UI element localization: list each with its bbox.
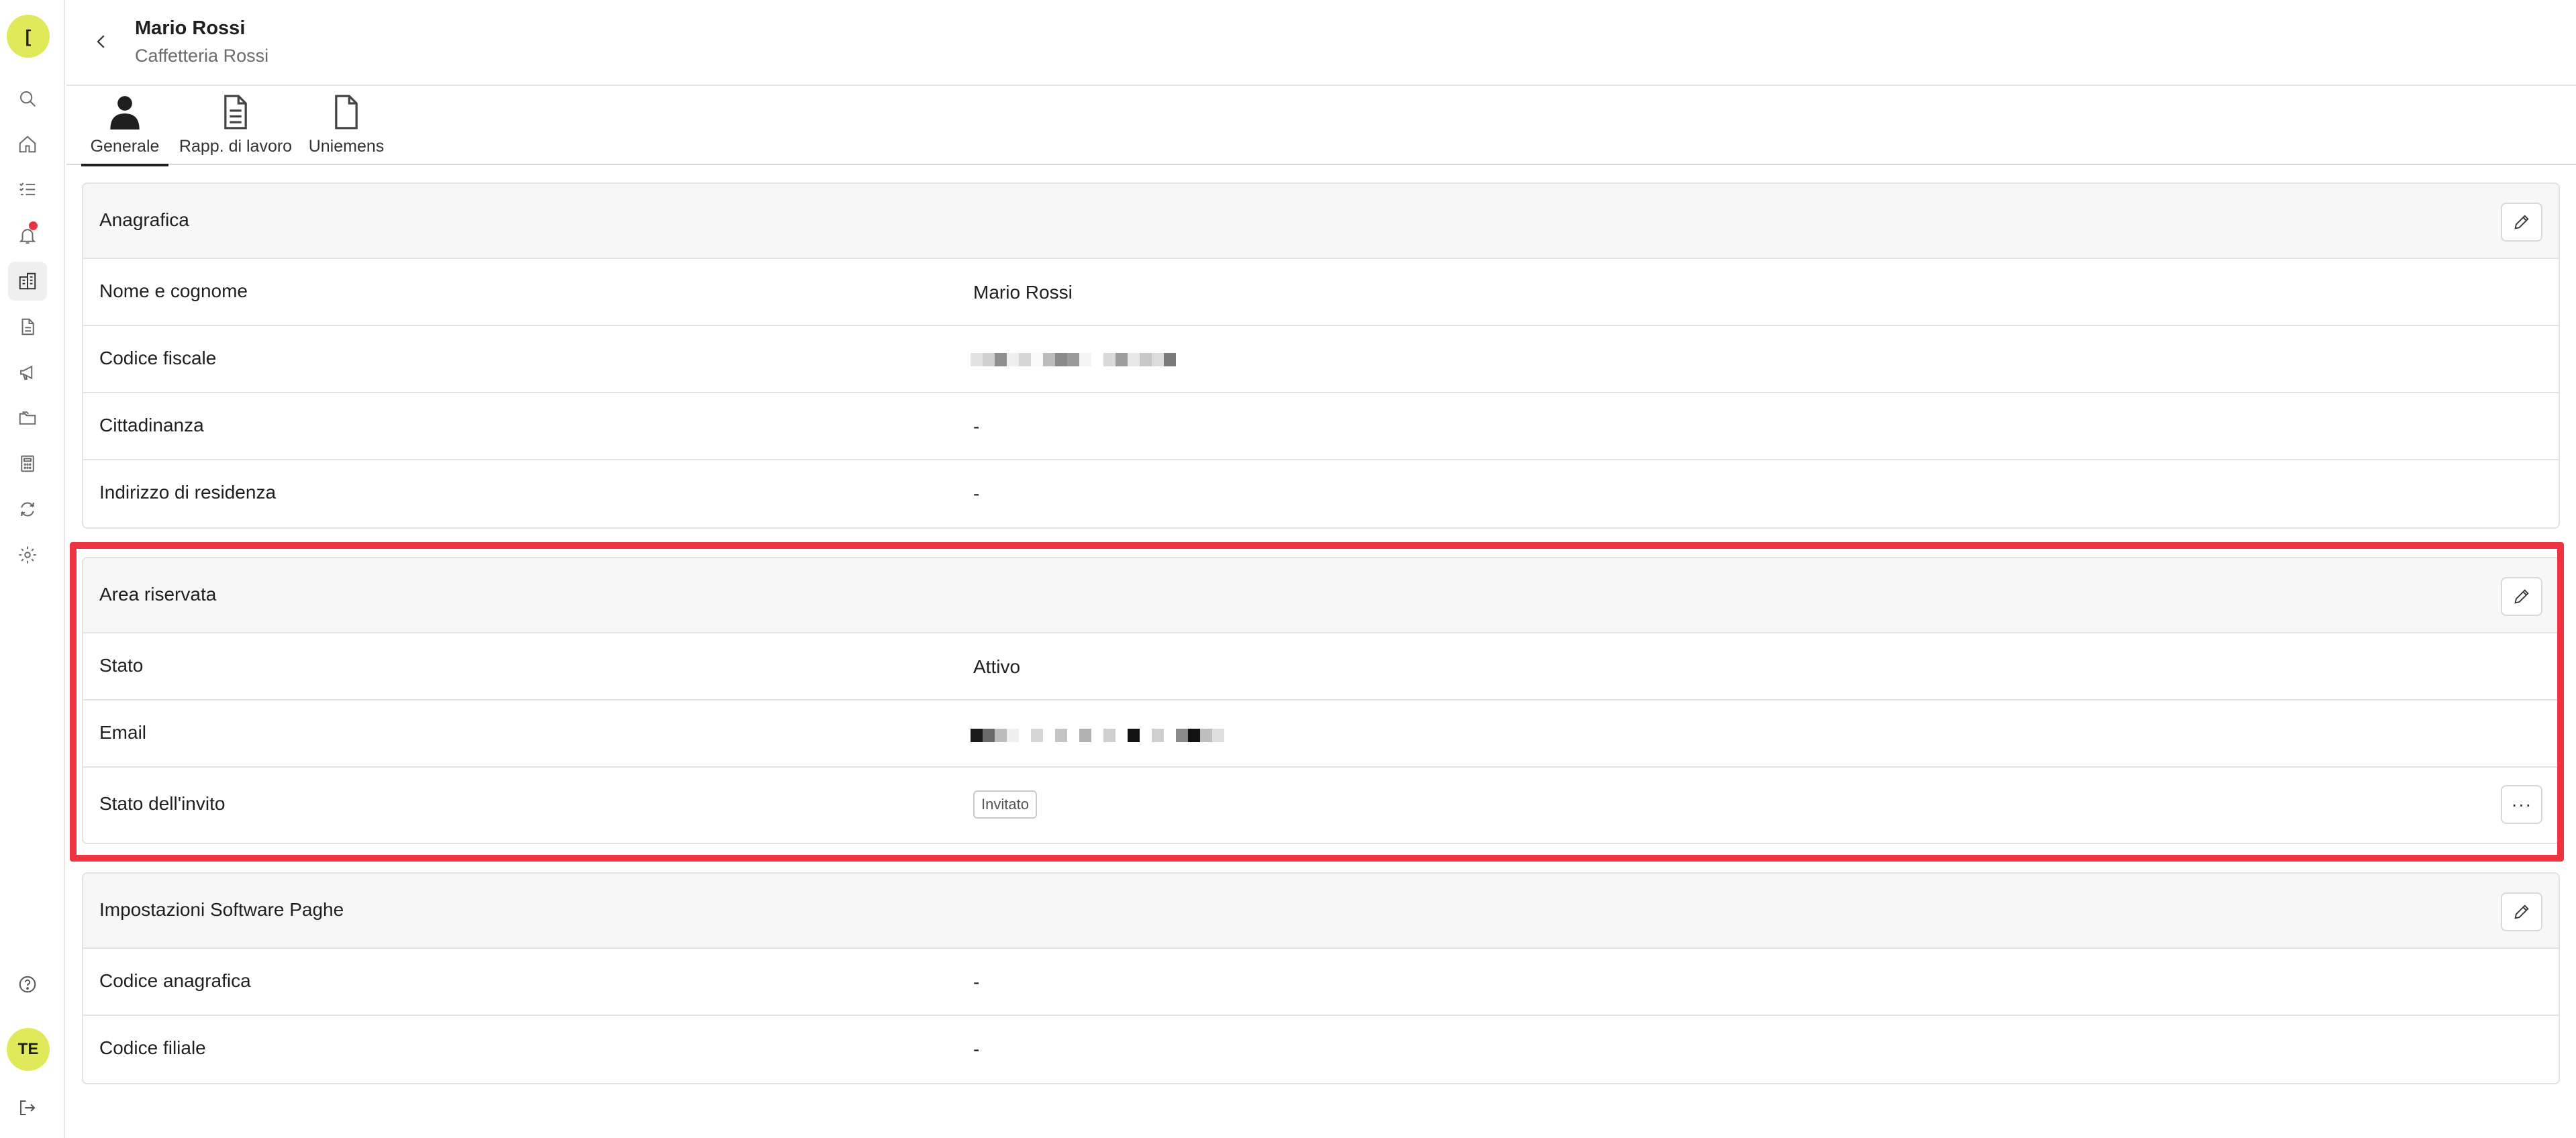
sync-icon[interactable] [8, 490, 47, 529]
pencil-icon [2514, 904, 2529, 919]
field-row-cittadinanza: Cittadinanza - [83, 393, 2559, 460]
tasks-icon[interactable] [8, 170, 47, 209]
section-header: Area riservata [83, 558, 2559, 633]
section-anagrafica: Anagrafica Nome e cognome Mario Rossi Co… [82, 183, 2560, 529]
field-label: Email [99, 722, 147, 743]
redacted-value [971, 353, 1176, 366]
building-icon[interactable] [8, 262, 47, 301]
more-options-button[interactable]: ··· [2501, 785, 2542, 824]
home-icon[interactable] [8, 125, 47, 164]
bell-icon[interactable] [8, 216, 47, 255]
gear-icon[interactable] [8, 535, 47, 574]
pencil-icon [2514, 589, 2529, 604]
section-title: Area riservata [99, 584, 217, 605]
megaphone-icon[interactable] [8, 353, 47, 392]
tab-label: Rapp. di lavoro [179, 137, 293, 156]
field-row-email: Email [83, 701, 2559, 768]
section-title: Anagrafica [99, 209, 189, 230]
help-icon[interactable] [8, 965, 47, 1004]
page-subtitle: Caffetteria Rossi [135, 46, 269, 66]
section-area-riservata: Area riservata Stato Attivo Email Stato … [82, 557, 2560, 844]
edit-area-riservata-button[interactable] [2501, 577, 2542, 616]
tab-bar: Generale Rapp. di lavoro Uniemens [66, 87, 2576, 166]
field-row-stato-invito: Stato dell'invito Invitato ··· [83, 768, 2559, 843]
redacted-value [971, 729, 1224, 742]
field-value: Mario Rossi [973, 282, 1073, 303]
field-label: Codice anagrafica [99, 970, 251, 991]
edit-software-paghe-button[interactable] [2501, 892, 2542, 931]
field-value: - [973, 972, 980, 992]
page-title: Mario Rossi [135, 17, 246, 39]
document-lines-icon [224, 95, 247, 130]
back-button[interactable] [85, 25, 117, 58]
field-row-codice-fiscale: Codice fiscale [83, 326, 2559, 393]
field-row-stato: Stato Attivo [83, 633, 2559, 701]
tab-label: Generale [90, 137, 160, 156]
field-label: Indirizzo di residenza [99, 482, 277, 503]
field-label: Stato dell'invito [99, 793, 226, 814]
page-header: Mario Rossi Caffetteria Rossi [66, 0, 2576, 86]
notification-dot [29, 221, 38, 230]
tab-uniemens[interactable]: Uniemens [303, 87, 390, 165]
field-value: - [973, 1039, 980, 1059]
field-label: Codice fiscale [99, 348, 217, 368]
tab-rapp-di-lavoro[interactable]: Rapp. di lavoro [175, 87, 296, 165]
field-row-codice-anagrafica: Codice anagrafica - [83, 949, 2559, 1016]
section-header: Impostazioni Software Paghe [83, 874, 2559, 949]
calculator-icon[interactable] [8, 444, 47, 483]
status-badge: Invitato [973, 790, 1037, 819]
pencil-icon [2514, 215, 2529, 229]
field-row-indirizzo: Indirizzo di residenza - [83, 460, 2559, 527]
logout-icon[interactable] [8, 1088, 47, 1127]
folders-icon[interactable] [8, 399, 47, 437]
document-icon[interactable] [8, 307, 47, 346]
field-value: Attivo [973, 656, 1021, 677]
field-row-codice-filiale: Codice filiale - [83, 1016, 2559, 1083]
user-avatar[interactable]: TE [7, 1028, 50, 1071]
ellipsis-icon: ··· [2511, 794, 2532, 815]
section-header: Anagrafica [83, 184, 2559, 259]
section-software-paghe: Impostazioni Software Paghe Codice anagr… [82, 872, 2560, 1084]
tab-label: Uniemens [308, 137, 385, 156]
search-icon[interactable] [8, 79, 47, 118]
field-label: Codice filiale [99, 1037, 206, 1058]
field-label: Stato [99, 655, 144, 676]
document-icon [335, 95, 358, 130]
field-value: - [973, 483, 980, 504]
person-icon [110, 96, 140, 130]
edit-anagrafica-button[interactable] [2501, 203, 2542, 242]
field-label: Nome e cognome [99, 280, 248, 301]
sidebar-rail: [ TE [0, 0, 65, 1138]
chevron-left-icon [97, 35, 105, 48]
field-label: Cittadinanza [99, 415, 204, 435]
workspace-avatar[interactable]: [ [7, 15, 50, 58]
field-value: - [973, 416, 980, 437]
field-row-nome: Nome e cognome Mario Rossi [83, 259, 2559, 326]
section-title: Impostazioni Software Paghe [99, 899, 344, 920]
tab-generale[interactable]: Generale [81, 87, 168, 166]
